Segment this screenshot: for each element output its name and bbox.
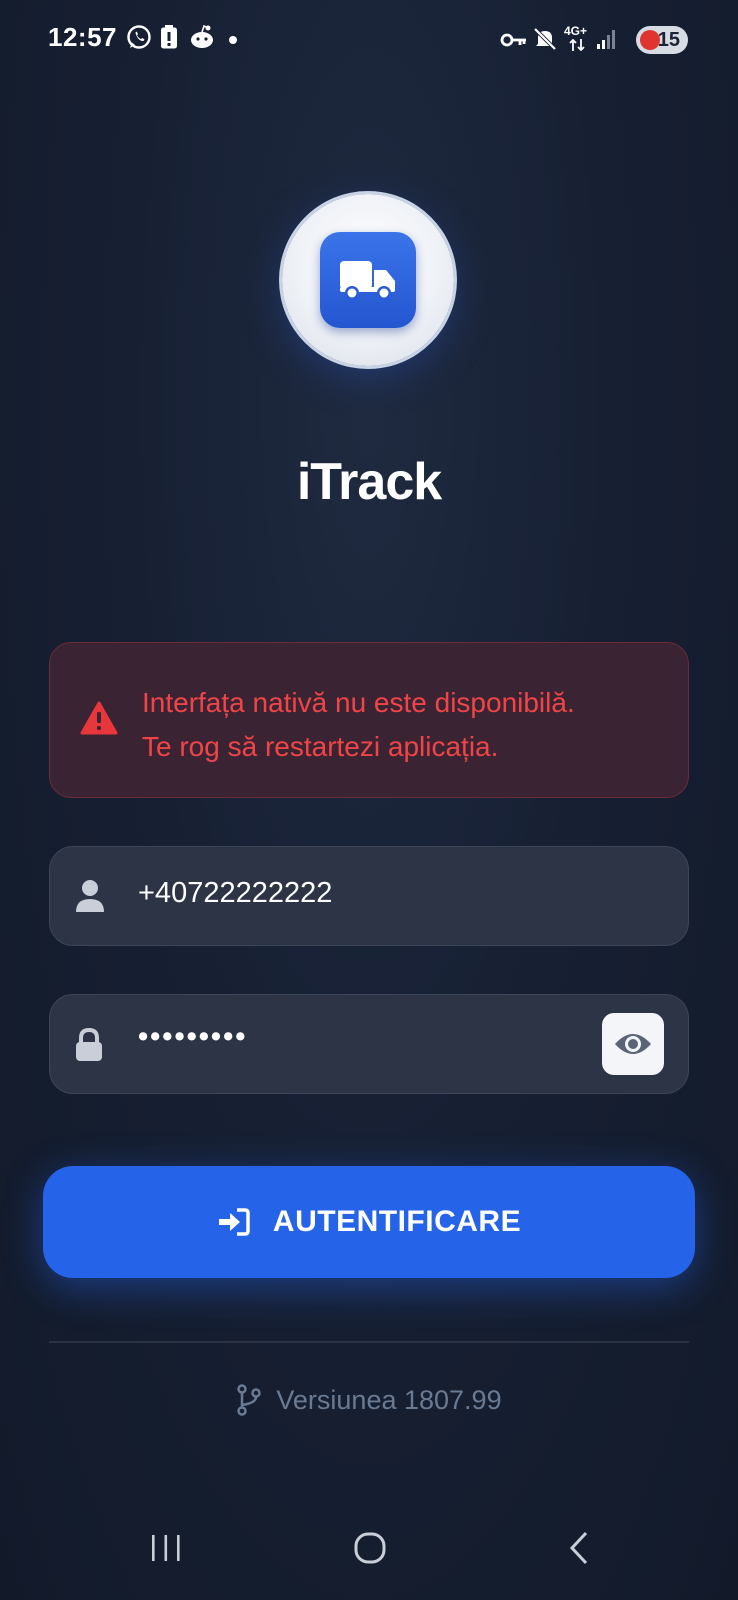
vpn-key-icon <box>500 33 526 47</box>
version-info: Versiunea 1807.99 <box>0 1384 738 1416</box>
footer-divider <box>49 1341 689 1343</box>
error-message: Interfața nativă nu este disponibilă. Te… <box>142 681 575 769</box>
data-arrows-icon <box>569 38 585 52</box>
battery-alert-icon <box>161 25 177 49</box>
code-branch-icon <box>237 1384 262 1416</box>
network-type-label: 4G+ <box>564 24 588 38</box>
system-nav-bar <box>0 1510 738 1600</box>
login-button-label: AUTENTIFICARE <box>272 1205 522 1238</box>
battery-level: 15 <box>657 28 680 51</box>
eye-icon <box>615 1034 651 1054</box>
login-button[interactable]: AUTENTIFICARE <box>43 1166 695 1278</box>
error-line-1: Interfața nativă nu este disponibilă. <box>142 687 575 718</box>
home-icon[interactable] <box>352 1530 388 1566</box>
status-bar: 12:57 4G+ 15 <box>0 0 738 80</box>
signal-icon <box>597 30 615 49</box>
battery-indicator: 15 <box>636 26 688 54</box>
recent-apps-icon[interactable] <box>148 1530 184 1566</box>
user-icon <box>76 880 104 912</box>
phone-input-value[interactable]: +40722222222 <box>138 877 332 910</box>
app-logo <box>320 232 416 328</box>
lock-icon <box>76 1027 102 1061</box>
error-banner: Interfața nativă nu este disponibilă. Te… <box>49 642 689 798</box>
mute-icon <box>533 27 557 51</box>
show-password-button[interactable] <box>602 1013 664 1075</box>
error-line-2: Te rog să restartezi aplicația. <box>142 731 499 762</box>
version-text: Versiunea 1807.99 <box>276 1384 502 1415</box>
app-title: iTrack <box>296 453 442 511</box>
phone-field[interactable]: +40722222222 <box>49 846 689 946</box>
back-icon[interactable] <box>562 1530 598 1566</box>
sign-in-icon <box>218 1208 250 1236</box>
warning-triangle-icon <box>80 701 118 735</box>
whatsapp-icon <box>127 25 151 49</box>
power-saving-icon <box>640 30 660 50</box>
password-field[interactable]: ••••••••• <box>49 994 689 1094</box>
notification-dot-icon <box>229 36 237 44</box>
reddit-icon <box>191 24 213 48</box>
status-time: 12:57 <box>48 22 117 52</box>
password-input-value[interactable]: ••••••••• <box>138 1021 247 1054</box>
truck-icon <box>340 261 395 300</box>
